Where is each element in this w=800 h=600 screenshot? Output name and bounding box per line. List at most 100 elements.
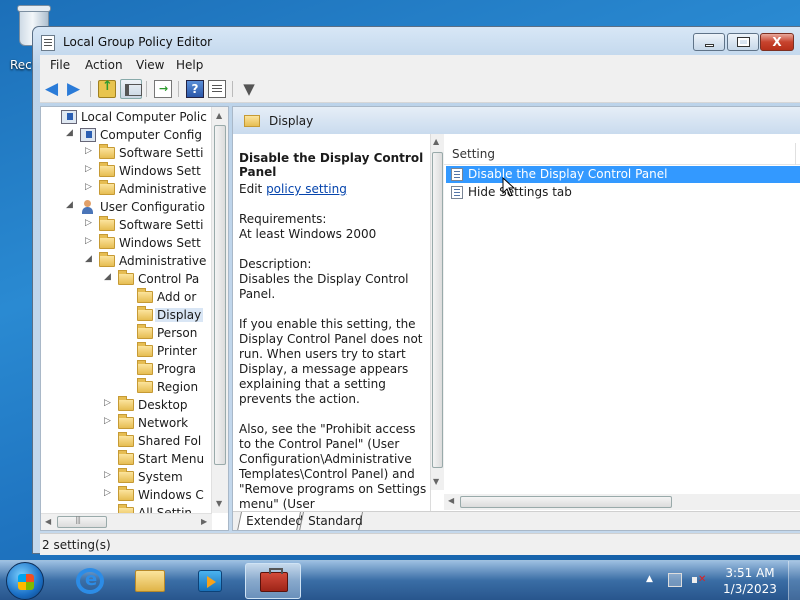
collapse-arrow-icon[interactable]: ◢ [104, 272, 114, 282]
menu-file[interactable]: File [50, 58, 70, 72]
edit-prefix: Edit [239, 182, 267, 196]
collapse-arrow-icon[interactable]: ◢ [66, 200, 76, 210]
tree-vertical-scrollbar[interactable]: ▲ ▼ [211, 107, 228, 513]
close-button[interactable]: X [760, 33, 794, 51]
folder-icon [99, 252, 115, 267]
expand-arrow-icon[interactable]: ▷ [85, 236, 95, 246]
tree-horizontal-scrollbar[interactable]: ◀ ▶ [41, 513, 212, 530]
scroll-thumb[interactable] [432, 152, 443, 468]
description-scrollbar[interactable]: ▲ ▼ [431, 134, 444, 490]
back-arrow-icon[interactable]: ◀ [45, 80, 63, 98]
description-paragraph-2: Also, see the "Prohibit access to the Co… [239, 422, 427, 511]
computer-icon [80, 128, 96, 142]
expand-arrow-icon[interactable]: ▷ [104, 416, 114, 426]
scroll-thumb[interactable] [460, 496, 672, 508]
taskbar-internet-explorer[interactable] [62, 563, 118, 599]
taskbar-group-policy-editor[interactable] [245, 563, 301, 599]
show-desktop-button[interactable] [788, 561, 800, 600]
menu-help[interactable]: Help [176, 58, 203, 72]
menu-view[interactable]: View [136, 58, 164, 72]
scroll-left-icon[interactable]: ◀ [448, 496, 454, 505]
folder-icon [137, 288, 153, 303]
scroll-left-icon[interactable]: ◀ [45, 517, 51, 526]
start-button[interactable] [6, 562, 44, 600]
list-horizontal-scrollbar[interactable]: ◀ [444, 494, 800, 510]
policy-description-body: Edit policy setting Requirements: At leas… [239, 182, 427, 511]
group-policy-editor-window: Local Group Policy Editor X File Action … [32, 26, 800, 555]
details-header: Display [233, 107, 800, 134]
media-player-icon [198, 570, 222, 592]
setting-row[interactable]: Disable the Display Control Panel Not co… [446, 166, 800, 183]
tree-item-label: Start Menu [138, 452, 205, 466]
export-list-icon[interactable] [154, 80, 172, 98]
clock-time: 3:51 AM [725, 566, 775, 580]
description-value: Disables the Display Control Panel. [239, 272, 409, 301]
edit-policy-setting-link[interactable]: policy setting [266, 182, 347, 196]
taskbar-windows-explorer[interactable] [122, 563, 178, 599]
taskbar-media-player[interactable] [182, 563, 238, 599]
expand-arrow-icon[interactable]: ▷ [104, 398, 114, 408]
network-icon[interactable] [668, 573, 682, 587]
collapse-arrow-icon[interactable]: ◢ [66, 128, 76, 138]
folder-icon [137, 378, 153, 393]
tree-item-label: Administrative [119, 182, 207, 196]
collapse-arrow-icon[interactable]: ◢ [85, 254, 95, 264]
tab-standard[interactable]: Standard [298, 512, 364, 530]
folder-icon [118, 486, 134, 501]
expand-arrow-icon[interactable]: ▷ [85, 218, 95, 228]
tree-item-label: Software Setti [119, 218, 204, 232]
tree-item-label: Person [157, 326, 198, 340]
properties-icon[interactable] [208, 80, 226, 98]
scroll-up-icon[interactable]: ▲ [216, 111, 222, 120]
expand-arrow-icon[interactable]: ▷ [104, 470, 114, 480]
filter-icon[interactable]: ▼ [240, 80, 258, 98]
up-folder-icon[interactable] [98, 79, 116, 98]
details-pane: Display Disable the Display Control Pane… [232, 106, 800, 531]
show-hide-tree-icon[interactable] [120, 79, 142, 99]
scroll-thumb[interactable] [57, 515, 107, 528]
tree-item-label: Region [157, 380, 199, 394]
menu-action[interactable]: Action [85, 58, 123, 72]
expand-arrow-icon[interactable]: ▷ [104, 488, 114, 498]
show-hidden-icons-icon[interactable]: ▲ [646, 574, 653, 584]
description-paragraph-1: If you enable this setting, the Display … [239, 317, 423, 406]
menu-bar: File Action View Help [40, 55, 800, 75]
help-icon[interactable]: ? [186, 80, 204, 98]
tab-extended[interactable]: Extended [236, 512, 303, 530]
tree-item-label: Windows Sett [119, 236, 201, 250]
folder-icon [99, 234, 115, 249]
scroll-down-icon[interactable]: ▼ [216, 499, 222, 508]
setting-row[interactable]: Hide Settings tab Not configured [446, 184, 800, 201]
expand-arrow-icon[interactable]: ▷ [85, 146, 95, 156]
tree-item-label: Administrative [119, 254, 207, 268]
expand-arrow-icon[interactable]: ▷ [85, 164, 95, 174]
column-divider[interactable] [795, 143, 796, 165]
toolbox-icon [260, 568, 288, 592]
folder-icon [99, 162, 115, 177]
minimize-button[interactable] [693, 33, 725, 51]
maximize-button[interactable] [727, 33, 759, 51]
console-tree: Local Computer Polic ◢ Computer Config ▷ Sof… [40, 106, 229, 531]
app-icon [41, 35, 55, 51]
expand-arrow-icon[interactable]: ▷ [85, 182, 95, 192]
system-clock[interactable]: 3:51 AM 1/3/2023 [712, 565, 788, 597]
scroll-up-icon[interactable]: ▲ [433, 137, 439, 146]
folder-icon [137, 360, 153, 375]
volume-muted-icon[interactable] [692, 574, 706, 586]
folder-icon [137, 306, 153, 321]
scroll-thumb[interactable] [214, 125, 226, 465]
forward-arrow-icon[interactable]: ▶ [67, 80, 85, 98]
internet-explorer-icon [76, 568, 104, 594]
folder-icon [118, 396, 134, 411]
toolbar-separator [178, 81, 179, 97]
folder-icon [99, 216, 115, 231]
requirements-value: At least Windows 2000 [239, 227, 377, 241]
folder-icon [99, 180, 115, 195]
folder-icon [118, 414, 134, 429]
scroll-down-icon[interactable]: ▼ [433, 477, 439, 486]
scroll-right-icon[interactable]: ▶ [201, 517, 207, 526]
tree-item-label: Desktop [138, 398, 188, 412]
column-setting[interactable]: Setting [452, 147, 495, 161]
minimize-icon [705, 44, 714, 47]
title-bar[interactable]: Local Group Policy Editor X [33, 27, 800, 57]
